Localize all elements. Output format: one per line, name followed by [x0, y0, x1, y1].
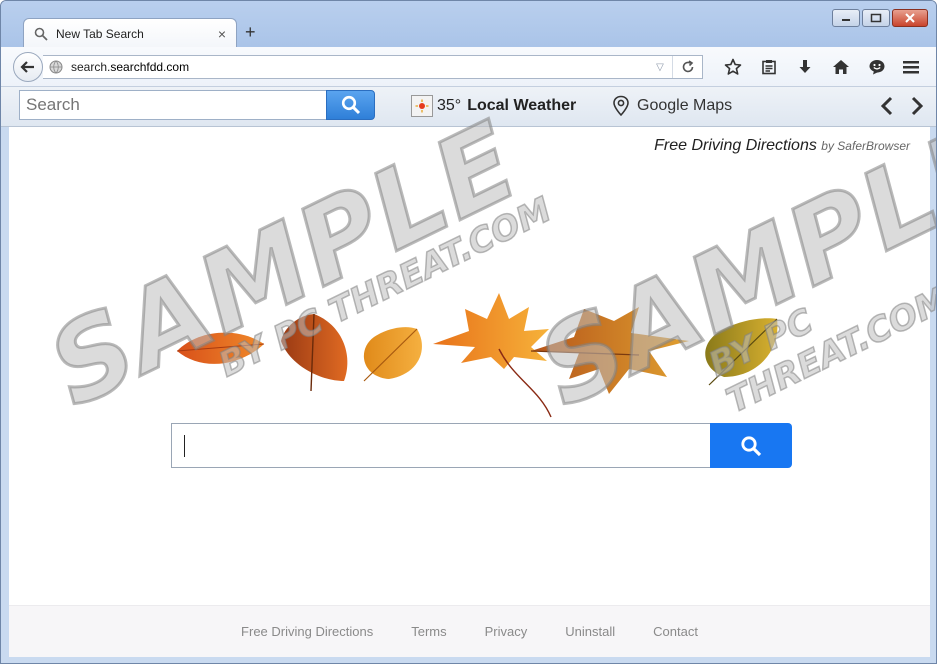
new-tab-button[interactable]: + [245, 22, 256, 43]
reading-list-button[interactable] [751, 55, 787, 79]
back-button[interactable] [13, 52, 43, 82]
browser-window: New Tab Search × + search.searchfdd.com … [0, 0, 937, 664]
brand-header: Free Driving Directions by SaferBrowser [654, 137, 910, 155]
downloads-button[interactable] [787, 55, 823, 79]
close-icon [905, 13, 915, 23]
restore-icon [870, 13, 882, 23]
chevron-right-icon[interactable] [910, 96, 924, 116]
leaf-1 [176, 332, 265, 364]
menu-button[interactable] [898, 55, 924, 79]
footer-link-uninstall[interactable]: Uninstall [565, 624, 615, 639]
toolbar-scroll-arrows [880, 96, 924, 116]
toolbar-search-input[interactable] [19, 90, 327, 120]
url-prefix: search. [71, 60, 111, 74]
google-maps-link[interactable]: Google Maps [611, 95, 732, 117]
close-tab-icon[interactable]: × [218, 26, 226, 42]
search-icon [741, 435, 762, 456]
star-icon [724, 58, 742, 75]
map-pin-icon [613, 95, 629, 117]
leaf-3 [363, 327, 422, 382]
nav-icons [715, 55, 895, 79]
weather-label: Local Weather [467, 97, 577, 114]
footer-link-free-driving-directions[interactable]: Free Driving Directions [241, 624, 373, 639]
reload-icon [682, 60, 693, 73]
footer-link-privacy[interactable]: Privacy [485, 624, 528, 639]
smiley-chat-icon [869, 60, 885, 75]
weather-temperature: 35° [437, 97, 462, 114]
minimize-icon [842, 19, 850, 21]
brand-link[interactable]: Free Driving Directions [654, 137, 817, 154]
url-host: searchfdd.com [110, 60, 190, 74]
search-icon [34, 27, 48, 41]
url-bar[interactable]: search.searchfdd.com ▽ [43, 55, 703, 79]
tab-strip: New Tab Search × + [1, 1, 936, 48]
toolbar-search-button[interactable] [326, 90, 375, 120]
globe-icon [49, 60, 63, 74]
close-window-button[interactable] [892, 9, 928, 27]
text-caret [184, 434, 185, 457]
footer-link-terms[interactable]: Terms [411, 624, 446, 639]
maps-label: Google Maps [637, 97, 733, 114]
footer-link-contact[interactable]: Contact [653, 624, 698, 639]
hamburger-icon [903, 61, 919, 74]
url-text: search.searchfdd.com [71, 60, 648, 74]
clipboard-icon [762, 60, 776, 75]
leaf-6 [705, 318, 778, 386]
main-search-input[interactable] [171, 423, 711, 468]
page-content: Free Driving Directions by SaferBrowser [9, 127, 930, 657]
search-toolbar: 35° Local Weather Google Maps [1, 87, 936, 127]
autumn-leaves-illustration [176, 293, 778, 418]
home-button[interactable] [823, 55, 859, 79]
leaf-2 [281, 313, 348, 392]
restore-button[interactable] [862, 9, 890, 27]
main-search-button[interactable] [710, 423, 792, 468]
reload-button[interactable] [672, 56, 702, 78]
minimize-button[interactable] [832, 9, 860, 27]
leaf-4-maple [433, 293, 552, 418]
chevron-left-icon[interactable] [880, 96, 894, 116]
bookmark-star-button[interactable] [715, 55, 751, 79]
chat-button[interactable] [859, 55, 895, 79]
brand-by: by SaferBrowser [821, 139, 910, 153]
weather-icon [411, 95, 433, 117]
local-weather-widget[interactable]: 35° Local Weather [411, 95, 576, 117]
tab-new-tab-search[interactable]: New Tab Search × [23, 18, 237, 48]
tab-title: New Tab Search [56, 26, 144, 41]
page-footer: Free Driving Directions Terms Privacy Un… [9, 605, 930, 657]
navigation-bar: search.searchfdd.com ▽ [1, 47, 936, 87]
home-icon [833, 60, 849, 74]
download-arrow-icon [799, 60, 811, 73]
search-icon [341, 95, 360, 115]
window-controls [832, 9, 928, 27]
back-arrow-icon [20, 61, 34, 73]
leaf-5 [530, 307, 689, 394]
url-dropdown-icon[interactable]: ▽ [648, 62, 672, 73]
